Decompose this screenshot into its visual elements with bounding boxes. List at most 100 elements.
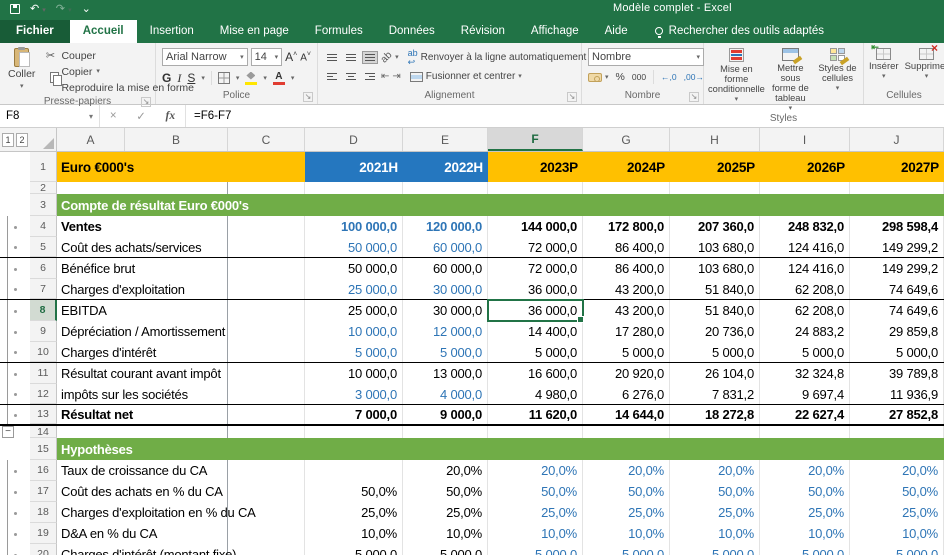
cell-F9[interactable]: 14 400,0 — [488, 321, 583, 342]
percent-style-button[interactable]: % — [616, 71, 625, 83]
cell-F11[interactable]: 16 600,0 — [488, 363, 583, 384]
cell-F20[interactable]: 5 000,0 — [488, 544, 583, 555]
cell-H11[interactable]: 26 104,0 — [670, 363, 760, 384]
cell-A20[interactable]: Charges d'intérêt (montant fixe) — [57, 544, 228, 555]
cell-E18[interactable]: 25,0% — [403, 502, 488, 523]
cell-H18[interactable]: 25,0% — [670, 502, 760, 523]
decrease-decimal-icon[interactable]: ,00→ — [684, 72, 704, 82]
cell-G16[interactable]: 20,0% — [583, 460, 670, 481]
cell-A9[interactable]: Dépréciation / Amortissement — [57, 321, 228, 342]
col-header-G[interactable]: G — [583, 128, 670, 151]
tell-me-search[interactable]: Rechercher des outils adaptés — [655, 25, 824, 43]
cell-E11[interactable]: 13 000,0 — [403, 363, 488, 384]
cell-D10[interactable]: 5 000,0 — [305, 342, 403, 362]
cell-I18[interactable]: 25,0% — [760, 502, 850, 523]
cell-C4[interactable] — [228, 216, 305, 237]
enter-formula-icon[interactable]: ✓ — [136, 109, 146, 123]
cell-J10[interactable]: 5 000,0 — [850, 342, 944, 362]
row-header-13[interactable]: 13 — [30, 405, 57, 424]
row-header-2[interactable]: 2 — [30, 182, 57, 194]
row-header-7[interactable]: 7 — [30, 279, 57, 299]
cell-H7[interactable]: 51 840,0 — [670, 279, 760, 299]
tab-aide[interactable]: Aide — [592, 20, 641, 43]
outline-level-2[interactable]: 2 — [16, 133, 28, 147]
cell-F7[interactable]: 36 000,0 — [488, 279, 583, 299]
tab-accueil[interactable]: Accueil — [70, 20, 137, 43]
cell-D14[interactable] — [305, 426, 403, 438]
cell-C10[interactable] — [228, 342, 305, 362]
qat-customize-icon[interactable]: ⌄ — [82, 4, 91, 15]
cell-A6[interactable]: Bénéfice brut — [57, 258, 228, 279]
cell-A13[interactable]: Résultat net — [57, 405, 228, 424]
paste-button[interactable]: Coller ▾ — [2, 45, 41, 95]
cell-H2[interactable] — [670, 182, 760, 194]
cell-C12[interactable] — [228, 384, 305, 404]
cell-E19[interactable]: 10,0% — [403, 523, 488, 544]
cell-A10[interactable]: Charges d'intérêt — [57, 342, 228, 362]
cell-E10[interactable]: 5 000,0 — [403, 342, 488, 362]
cell-G8[interactable]: 43 200,0 — [583, 300, 670, 321]
row-header-8[interactable]: 8 — [30, 300, 57, 321]
font-size-select[interactable]: 14▾ — [251, 48, 282, 66]
cell-D20[interactable]: 5 000,0 — [305, 544, 403, 555]
col-header-C[interactable]: C — [228, 128, 305, 151]
cell-F1[interactable]: 2023P — [488, 152, 583, 182]
cell-C9[interactable] — [228, 321, 305, 342]
cell-A18[interactable]: Charges d'exploitation en % du CA — [57, 502, 228, 523]
cell-J17[interactable]: 50,0% — [850, 481, 944, 502]
cell-I6[interactable]: 124 416,0 — [760, 258, 850, 279]
wrap-text-button[interactable]: ab↩ Renvoyer à la ligne automatiquement — [408, 49, 587, 67]
cell-A2[interactable] — [57, 182, 228, 194]
cell-D13[interactable]: 7 000,0 — [305, 405, 403, 424]
tab-formules[interactable]: Formules — [302, 20, 376, 43]
cell-C19[interactable] — [228, 523, 305, 544]
col-header-F[interactable]: F — [488, 128, 583, 151]
cell-G19[interactable]: 10,0% — [583, 523, 670, 544]
cell-H5[interactable]: 103 680,0 — [670, 237, 760, 257]
cell-A19[interactable]: D&A en % du CA — [57, 523, 228, 544]
section-header-cell-15[interactable]: Hypothèses — [57, 438, 944, 460]
row-header-15[interactable]: 15 — [30, 438, 57, 460]
cell-I2[interactable] — [760, 182, 850, 194]
cell-F6[interactable]: 72 000,0 — [488, 258, 583, 279]
col-header-I[interactable]: I — [760, 128, 850, 151]
cell-J7[interactable]: 74 649,6 — [850, 279, 944, 299]
tab-révision[interactable]: Révision — [448, 20, 518, 43]
cell-C6[interactable] — [228, 258, 305, 279]
cell-G7[interactable]: 43 200,0 — [583, 279, 670, 299]
cell-I5[interactable]: 124 416,0 — [760, 237, 850, 257]
cell-J20[interactable]: 5 000,0 — [850, 544, 944, 555]
cell-G20[interactable]: 5 000,0 — [583, 544, 670, 555]
col-header-D[interactable]: D — [305, 128, 403, 151]
cell-G12[interactable]: 6 276,0 — [583, 384, 670, 404]
cell-H16[interactable]: 20,0% — [670, 460, 760, 481]
cell-G2[interactable] — [583, 182, 670, 194]
col-header-J[interactable]: J — [850, 128, 944, 151]
cell-A12[interactable]: impôts sur les sociétés — [57, 384, 228, 404]
tab-affichage[interactable]: Affichage — [518, 20, 592, 43]
select-all-corner[interactable] — [30, 128, 57, 151]
row-header-4[interactable]: 4 — [30, 216, 57, 237]
cell-D16[interactable] — [305, 460, 403, 481]
cell-I17[interactable]: 50,0% — [760, 481, 850, 502]
cell-E12[interactable]: 4 000,0 — [403, 384, 488, 404]
cell-E14[interactable] — [403, 426, 488, 438]
cell-I13[interactable]: 22 627,4 — [760, 405, 850, 424]
cell-G17[interactable]: 50,0% — [583, 481, 670, 502]
cell-F19[interactable]: 10,0% — [488, 523, 583, 544]
merge-center-button[interactable]: Fusionner et centrer ▾ — [410, 71, 522, 82]
insert-function-icon[interactable]: fx — [166, 110, 176, 122]
cell-G4[interactable]: 172 800,0 — [583, 216, 670, 237]
tab-insertion[interactable]: Insertion — [137, 20, 207, 43]
cell-D2[interactable] — [305, 182, 403, 194]
cell-C16[interactable] — [228, 460, 305, 481]
row-header-11[interactable]: 11 — [30, 363, 57, 384]
cell-C20[interactable] — [228, 544, 305, 555]
cell-I4[interactable]: 248 832,0 — [760, 216, 850, 237]
cell-D1[interactable]: 2021H — [305, 152, 403, 182]
cell-H19[interactable]: 10,0% — [670, 523, 760, 544]
cell-I20[interactable]: 5 000,0 — [760, 544, 850, 555]
cell-F5[interactable]: 72 000,0 — [488, 237, 583, 257]
cell-H1[interactable]: 2025P — [670, 152, 760, 182]
row-header-20[interactable]: 20 — [30, 544, 57, 555]
